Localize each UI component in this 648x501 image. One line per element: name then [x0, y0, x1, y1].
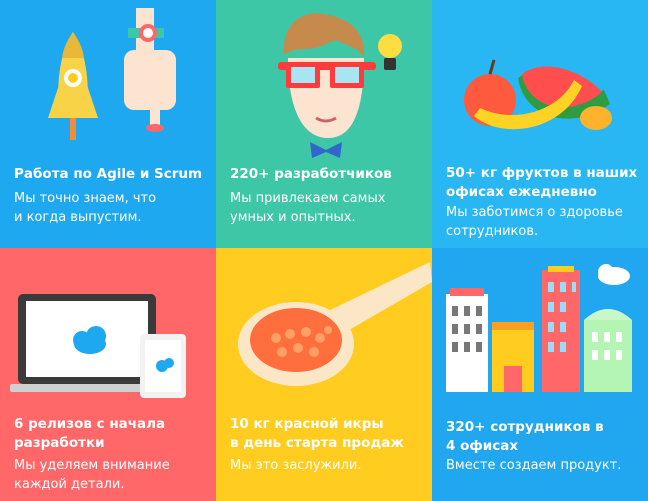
fruits-illustration	[464, 59, 612, 130]
tile-caviar: 10 кг красной икры в день старта продаж …	[216, 248, 432, 501]
rocket-icon	[48, 32, 98, 140]
tile-description: Мы заботимся о здоровье сотрудников.	[446, 205, 623, 239]
tile-fruits: 50+ кг фруктов в наших офисах ежедневно …	[432, 0, 648, 248]
buildings-illustration	[446, 264, 632, 392]
developer-face-icon	[278, 13, 376, 158]
tile-title: 220+ разработчиков	[230, 166, 392, 182]
tile-developers: 220+ разработчиков Мы привлекаем самых у…	[216, 0, 432, 248]
developer-illustration	[278, 13, 402, 158]
spoon-icon	[238, 262, 432, 386]
tile-description: Мы это заслужили.	[230, 458, 362, 473]
features-grid: Работа по Agile и Scrum Мы точно знаем, …	[0, 0, 648, 501]
tile-description: Вместе создаем продукт.	[446, 458, 622, 473]
tile-description: Мы уделяем внимание каждой детали.	[14, 458, 170, 492]
tile-title: 6 релизов с начала разработки	[14, 416, 166, 451]
tile-title: 320+ сотрудников в 4 офисах	[446, 419, 604, 454]
tile-employees: 320+ сотрудников в 4 офисах Вместе созда…	[432, 248, 648, 501]
rocket-hand-illustration	[48, 8, 176, 140]
tile-title: Работа по Agile и Scrum	[14, 166, 203, 182]
tile-releases: 6 релизов с начала разработки Мы уделяем…	[0, 248, 216, 501]
hand-watch-icon	[124, 8, 176, 132]
tile-agile: Работа по Agile и Scrum Мы точно знаем, …	[0, 0, 216, 248]
buildings-icon	[446, 264, 632, 392]
tile-description: Мы привлекаем самых умных и опытных.	[230, 191, 386, 225]
tablet-icon	[140, 334, 186, 398]
fruits-icon	[464, 59, 612, 130]
tile-title: 50+ кг фруктов в наших офисах ежедневно	[446, 165, 638, 200]
tile-description: Мы точно знаем, что и когда выпустим.	[14, 191, 157, 225]
lightbulb-icon	[378, 34, 402, 70]
spoon-caviar-illustration	[238, 262, 432, 386]
laptop-tablet-illustration	[10, 294, 186, 398]
tile-title: 10 кг красной икры в день старта продаж	[230, 416, 404, 451]
